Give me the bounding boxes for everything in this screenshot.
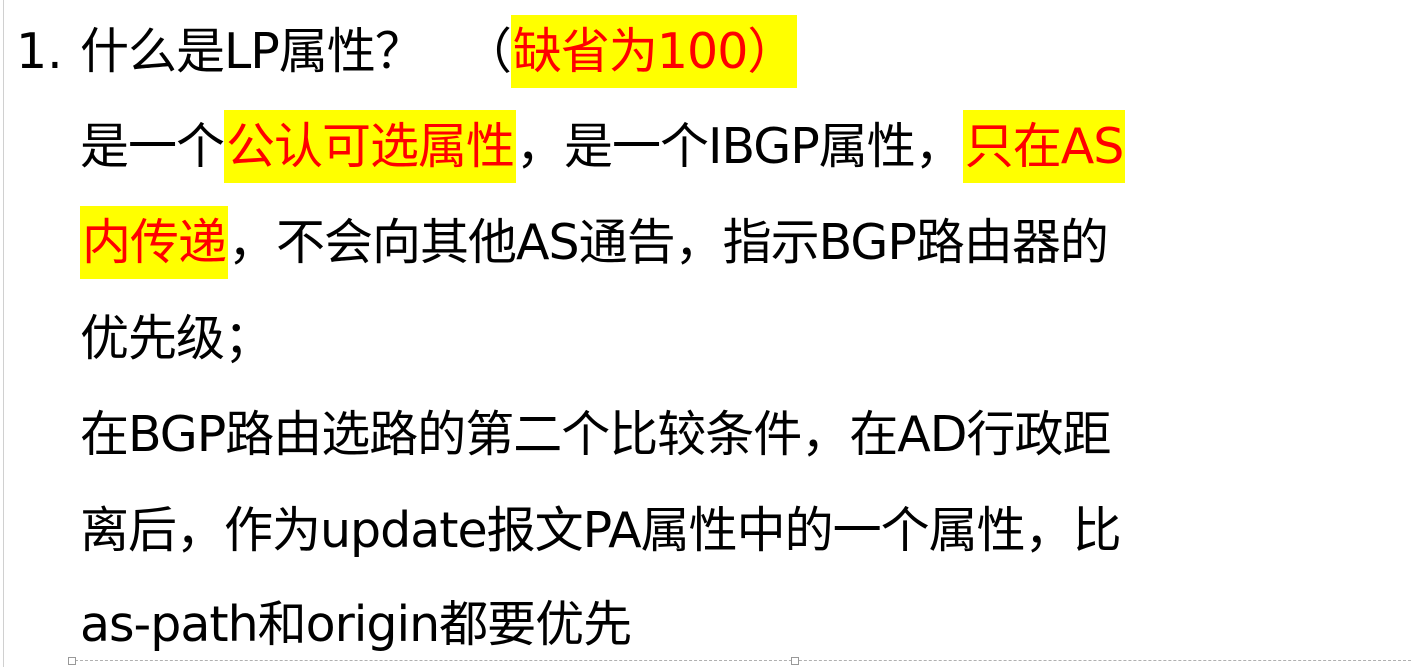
document-body: 1. 什么是LP属性？ （缺省为100） 是一个公认可选属性，是一个IBGP属性，… <box>0 0 1411 667</box>
paragraph-line-5: 离后，作为update报文PA属性中的一个属性，比 <box>80 502 1122 559</box>
highlight-only-in-as: 只在AS <box>962 110 1126 183</box>
paragraph-line-6: as-path和origin都要优先 <box>80 596 632 653</box>
resize-handle-middle[interactable] <box>791 657 799 665</box>
paragraph-line-2: 内传递，不会向其他AS通告，指示BGP路由器的 <box>80 203 1109 283</box>
highlight-well-known-discretionary: 公认可选属性 <box>224 110 517 183</box>
question-text: 什么是LP属性？ <box>80 23 424 80</box>
paragraph-line-3: 优先级； <box>80 310 273 367</box>
paragraph-line-1: 是一个公认可选属性，是一个IBGP属性，只在AS <box>80 107 1126 187</box>
paren-open: （ <box>462 23 512 80</box>
paragraph-line-4: 在BGP路由选路的第二个比较条件，在AD行政距 <box>80 406 1112 463</box>
default-value-highlight: 缺省为100） <box>510 15 798 88</box>
list-item-heading: 什么是LP属性？ （缺省为100） <box>80 12 798 92</box>
resize-handle-left[interactable] <box>68 657 76 665</box>
highlight-internal-transfer: 内传递 <box>80 206 229 279</box>
selection-frame-edge <box>70 660 1411 661</box>
list-number: 1. <box>16 23 63 80</box>
